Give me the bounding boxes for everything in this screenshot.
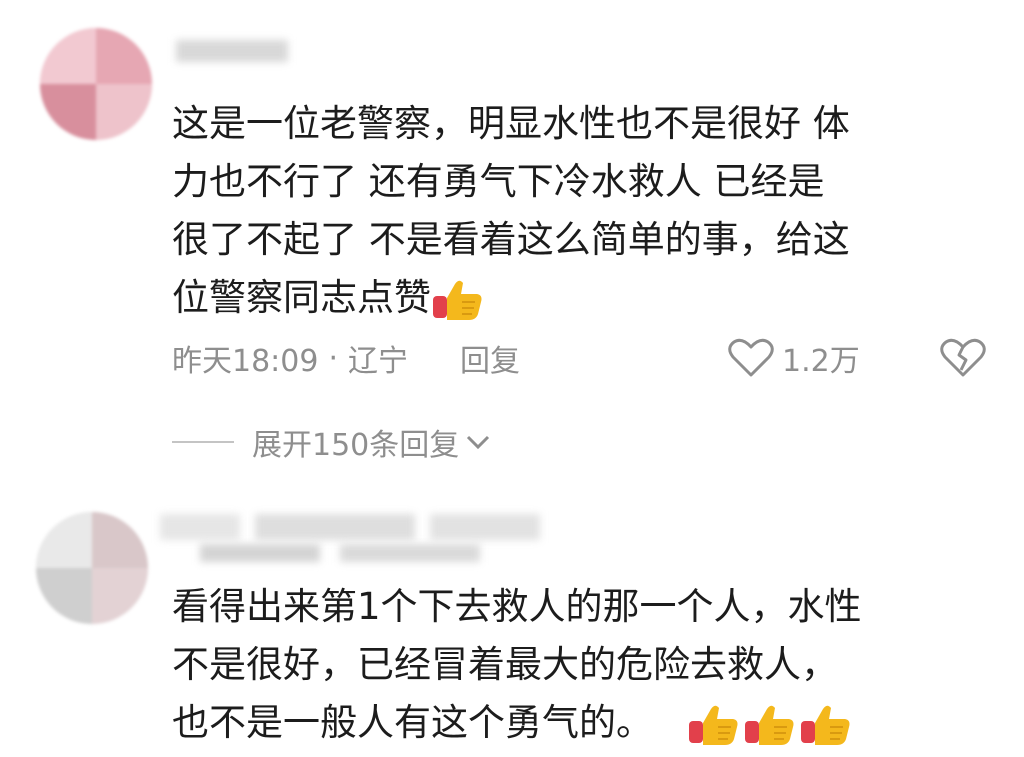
blur-block <box>255 514 415 540</box>
comment-line-text: 也不是一般人有这个勇气的。 <box>172 701 653 744</box>
comment-line-last: 位警察同志点赞 <box>172 269 850 327</box>
expand-replies-button[interactable]: 展开150条回复 <box>172 420 491 464</box>
avatar[interactable] <box>40 28 152 140</box>
comment-line: 不是很好，已经冒着最大的危险去救人， <box>172 643 838 686</box>
comment-text: 看得出来第1个下去救人的那一个人，水性 不是很好，已经冒着最大的危险去救人， 也… <box>172 578 862 752</box>
broken-heart-icon <box>940 338 986 377</box>
username-blurred[interactable] <box>176 40 288 62</box>
blur-block <box>160 514 240 540</box>
comment-line-last: 也不是一般人有这个勇气的。 <box>172 694 862 752</box>
comment-line: 看得出来第1个下去救人的那一个人，水性 <box>172 585 862 628</box>
comment-line-text: 位警察同志点赞 <box>172 276 431 319</box>
like-count: 1.2万 <box>782 344 860 379</box>
comment-line: 很了不起了 不是看着这么简单的事，给这 <box>172 218 850 261</box>
divider-dash <box>172 441 234 443</box>
thumbs-up-emoji-icon <box>745 705 794 745</box>
expand-replies-label: 展开150条回复 <box>252 428 460 463</box>
comment-meta: 昨天18:09 · 辽宁 回复 <box>172 336 520 380</box>
meta-separator: · <box>328 340 339 376</box>
comment-line: 这是一位老警察，明显水性也不是很好 体 <box>172 102 850 145</box>
blur-block <box>200 544 320 562</box>
thumbs-up-emoji-icon <box>433 280 482 320</box>
reply-button[interactable]: 回复 <box>460 336 520 380</box>
thumbs-up-emoji-icon <box>801 705 850 745</box>
comment-text: 这是一位老警察，明显水性也不是很好 体 力也不行了 还有勇气下冷水救人 已经是 … <box>172 95 850 327</box>
heart-outline-icon <box>728 338 774 377</box>
comment-time: 昨天18:09 <box>172 344 319 379</box>
blur-block <box>430 514 540 540</box>
chevron-down-icon <box>467 435 490 450</box>
comment-location: 辽宁 <box>348 344 409 379</box>
thumbs-up-emoji-icon <box>689 705 738 745</box>
dislike-button[interactable] <box>940 338 986 382</box>
comment-line: 力也不行了 还有勇气下冷水救人 已经是 <box>172 160 825 203</box>
blur-block <box>340 544 480 562</box>
avatar[interactable] <box>36 512 148 624</box>
like-button[interactable]: 1.2万 <box>728 336 860 380</box>
